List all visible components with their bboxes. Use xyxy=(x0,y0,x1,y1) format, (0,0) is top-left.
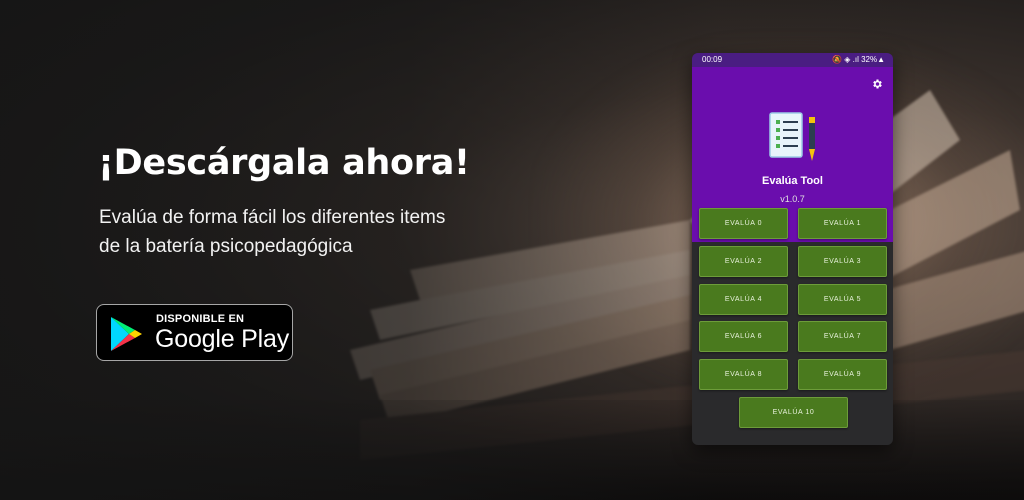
evalua-0-button[interactable]: EVALÚA 0 xyxy=(699,208,788,239)
subtitle-line-1: Evalúa de forma fácil los diferentes ite… xyxy=(99,207,446,228)
app-logo-icon xyxy=(769,112,815,161)
evalua-6-button[interactable]: EVALÚA 6 xyxy=(699,321,788,352)
evalua-5-button[interactable]: EVALÚA 5 xyxy=(798,284,887,315)
evalua-1-button[interactable]: EVALÚA 1 xyxy=(798,208,887,239)
status-indicators: 🔕 ◈ .ıl 32%▲ xyxy=(832,55,885,64)
evalua-8-button[interactable]: EVALÚA 8 xyxy=(699,359,788,390)
google-play-badge[interactable]: DISPONIBLE EN Google Play xyxy=(96,304,293,361)
badge-big-text: Google Play xyxy=(155,325,289,353)
evalua-7-button[interactable]: EVALÚA 7 xyxy=(798,321,887,352)
status-time: 00:09 xyxy=(702,55,723,64)
app-name: Evalúa Tool xyxy=(762,175,823,187)
status-bar: 00:09 🔕 ◈ .ıl 32%▲ xyxy=(692,53,893,67)
gear-icon[interactable] xyxy=(871,78,883,90)
badge-small-text: DISPONIBLE EN xyxy=(156,313,245,325)
evalua-2-button[interactable]: EVALÚA 2 xyxy=(699,246,788,277)
evalua-9-button[interactable]: EVALÚA 9 xyxy=(798,359,887,390)
evalua-3-button[interactable]: EVALÚA 3 xyxy=(798,246,887,277)
headline: ¡Descárgala ahora! xyxy=(98,143,470,183)
phone-mockup: 00:09 🔕 ◈ .ıl 32%▲ Evalúa Tool v1.0.7 EV… xyxy=(692,53,893,445)
app-version: v1.0.7 xyxy=(780,194,805,204)
evalua-4-button[interactable]: EVALÚA 4 xyxy=(699,284,788,315)
promo-banner: ¡Descárgala ahora! Evalúa de forma fácil… xyxy=(0,0,1024,500)
evalua-10-button[interactable]: EVALÚA 10 xyxy=(739,397,848,428)
google-play-icon xyxy=(111,317,142,351)
subtitle-line-2: de la batería psicopedagógica xyxy=(99,236,353,257)
